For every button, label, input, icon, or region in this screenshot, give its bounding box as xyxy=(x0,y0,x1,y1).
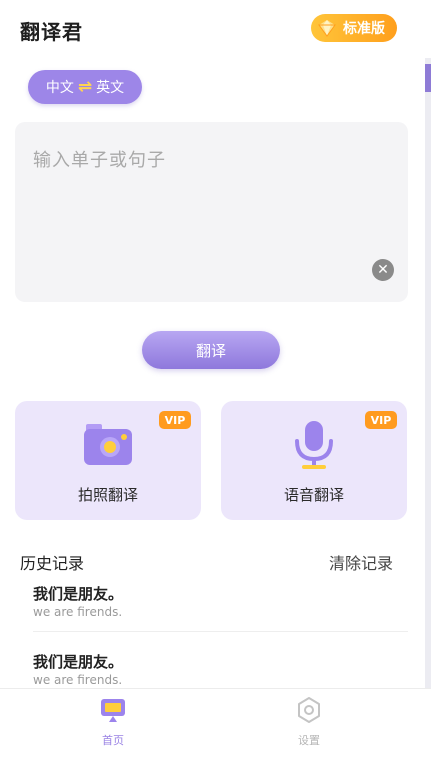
next-screen-edge xyxy=(425,58,431,698)
translation-input-card[interactable]: 输入单子或句子 ✕ xyxy=(15,122,408,302)
camera-icon xyxy=(79,419,137,471)
gem-icon xyxy=(317,18,337,38)
translation-input[interactable]: 输入单子或句子 xyxy=(33,146,166,172)
history-divider xyxy=(33,631,408,632)
edition-badge-label: 标准版 xyxy=(343,21,385,37)
history-translation-text: we are firends. xyxy=(33,673,123,687)
swap-arrows-icon[interactable]: ⇌ xyxy=(78,77,92,97)
clear-history-button[interactable]: 清除记录 xyxy=(329,550,393,574)
history-translation-text: we are firends. xyxy=(33,605,123,619)
voice-translate-card[interactable]: VIP 语音翻译 xyxy=(221,401,407,520)
clear-icon[interactable]: ✕ xyxy=(372,259,394,281)
history-item[interactable]: 我们是朋友。 we are firends. xyxy=(15,583,408,647)
history-title: 历史记录 xyxy=(20,554,85,573)
bottom-tab-bar: 首页 设置 xyxy=(0,688,431,759)
source-language: 中文 xyxy=(45,80,74,96)
history-source-text: 我们是朋友。 xyxy=(33,653,124,671)
vip-badge: VIP xyxy=(365,411,397,429)
vip-badge: VIP xyxy=(159,411,191,429)
microphone-icon xyxy=(285,419,343,471)
next-screen-edge-band xyxy=(425,64,431,92)
app-title: 翻译君 xyxy=(20,20,83,44)
header: 翻译君 标准版 xyxy=(0,0,431,58)
tab-settings[interactable]: 设置 xyxy=(279,695,339,749)
photo-translate-label: 拍照翻译 xyxy=(77,486,138,504)
tab-home[interactable]: 首页 xyxy=(83,695,143,749)
language-switch[interactable]: 中文 ⇌ 英文 xyxy=(28,70,142,104)
translate-button[interactable]: 翻译 xyxy=(142,331,280,369)
tab-home-label: 首页 xyxy=(102,734,124,747)
home-screen-icon xyxy=(98,695,128,729)
edition-badge[interactable]: 标准版 xyxy=(311,14,397,42)
photo-translate-card[interactable]: VIP 拍照翻译 xyxy=(15,401,201,520)
tab-settings-label: 设置 xyxy=(298,734,320,747)
gear-icon xyxy=(294,695,324,729)
voice-translate-label: 语音翻译 xyxy=(283,486,344,504)
history-source-text: 我们是朋友。 xyxy=(33,585,124,603)
target-language: 英文 xyxy=(96,80,125,96)
